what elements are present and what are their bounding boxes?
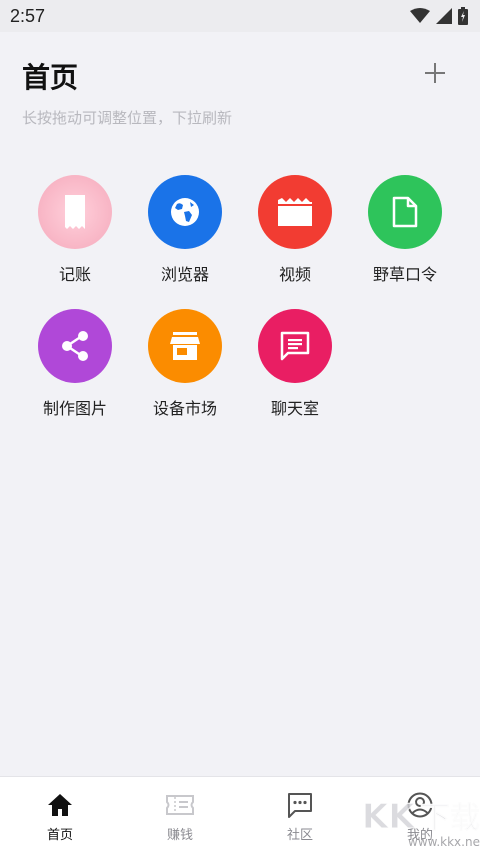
app-item-device-market[interactable]: 设备市场 — [130, 309, 240, 419]
share-icon — [62, 331, 88, 361]
clapperboard-icon — [278, 198, 312, 226]
bottom-nav: 首页 赚钱 社区 我的 — [0, 776, 480, 852]
nav-icon-mine — [407, 792, 433, 818]
app-icon-weed-code — [368, 175, 442, 249]
app-icon-make-image — [38, 309, 112, 383]
battery-icon — [458, 7, 468, 25]
receipt-icon — [65, 195, 85, 229]
nav-label: 社区 — [286, 828, 313, 843]
app-grid: 记账 浏览器 视频 野草口令 制作图片 设备市场 聊天室 — [20, 175, 460, 419]
message-icon — [280, 331, 310, 361]
app-label: 制作图片 — [42, 399, 107, 418]
status-icons — [410, 7, 468, 25]
globe-icon — [171, 198, 199, 226]
app-label: 浏览器 — [160, 265, 209, 284]
app-item-accounting[interactable]: 记账 — [20, 175, 130, 285]
nav-icon-earn — [166, 792, 194, 818]
plus-icon — [425, 63, 445, 83]
nav-item-home[interactable]: 首页 — [0, 777, 120, 852]
app-item-make-image[interactable]: 制作图片 — [20, 309, 130, 419]
nav-item-community[interactable]: 社区 — [240, 777, 360, 852]
add-button[interactable] — [418, 56, 452, 90]
app-label: 视频 — [278, 265, 311, 284]
nav-icon-community — [287, 792, 313, 818]
wifi-icon — [410, 8, 430, 23]
nav-item-earn[interactable]: 赚钱 — [120, 777, 240, 852]
ticket-icon — [166, 795, 194, 815]
app-icon-chat-room — [258, 309, 332, 383]
nav-label: 赚钱 — [166, 828, 193, 843]
app-icon-video — [258, 175, 332, 249]
document-icon — [392, 196, 418, 228]
app-icon-device-market — [148, 309, 222, 383]
app-item-browser[interactable]: 浏览器 — [130, 175, 240, 285]
status-time: 2:57 — [10, 5, 46, 26]
app-item-video[interactable]: 视频 — [240, 175, 350, 285]
chat-bubble-icon — [288, 793, 312, 818]
page-title: 首页 — [22, 61, 79, 94]
home-icon — [48, 794, 72, 816]
app-item-chat-room[interactable]: 聊天室 — [240, 309, 350, 419]
nav-icon-home — [47, 792, 73, 818]
nav-label: 首页 — [46, 828, 73, 843]
app-label: 记账 — [58, 265, 91, 284]
app-label: 野草口令 — [372, 265, 437, 284]
app-label: 聊天室 — [270, 399, 319, 418]
app-icon-accounting — [38, 175, 112, 249]
app-label: 设备市场 — [152, 399, 217, 418]
store-icon — [170, 332, 200, 360]
app-item-weed-code[interactable]: 野草口令 — [350, 175, 460, 285]
status-bar: 2:57 — [0, 0, 480, 32]
app-icon-browser — [148, 175, 222, 249]
hint-text: 长按拖动可调整位置，下拉刷新 — [22, 109, 233, 127]
profile-icon — [407, 792, 433, 818]
nav-label: 我的 — [406, 828, 433, 843]
nav-item-mine[interactable]: 我的 — [360, 777, 480, 852]
signal-icon — [436, 8, 452, 24]
